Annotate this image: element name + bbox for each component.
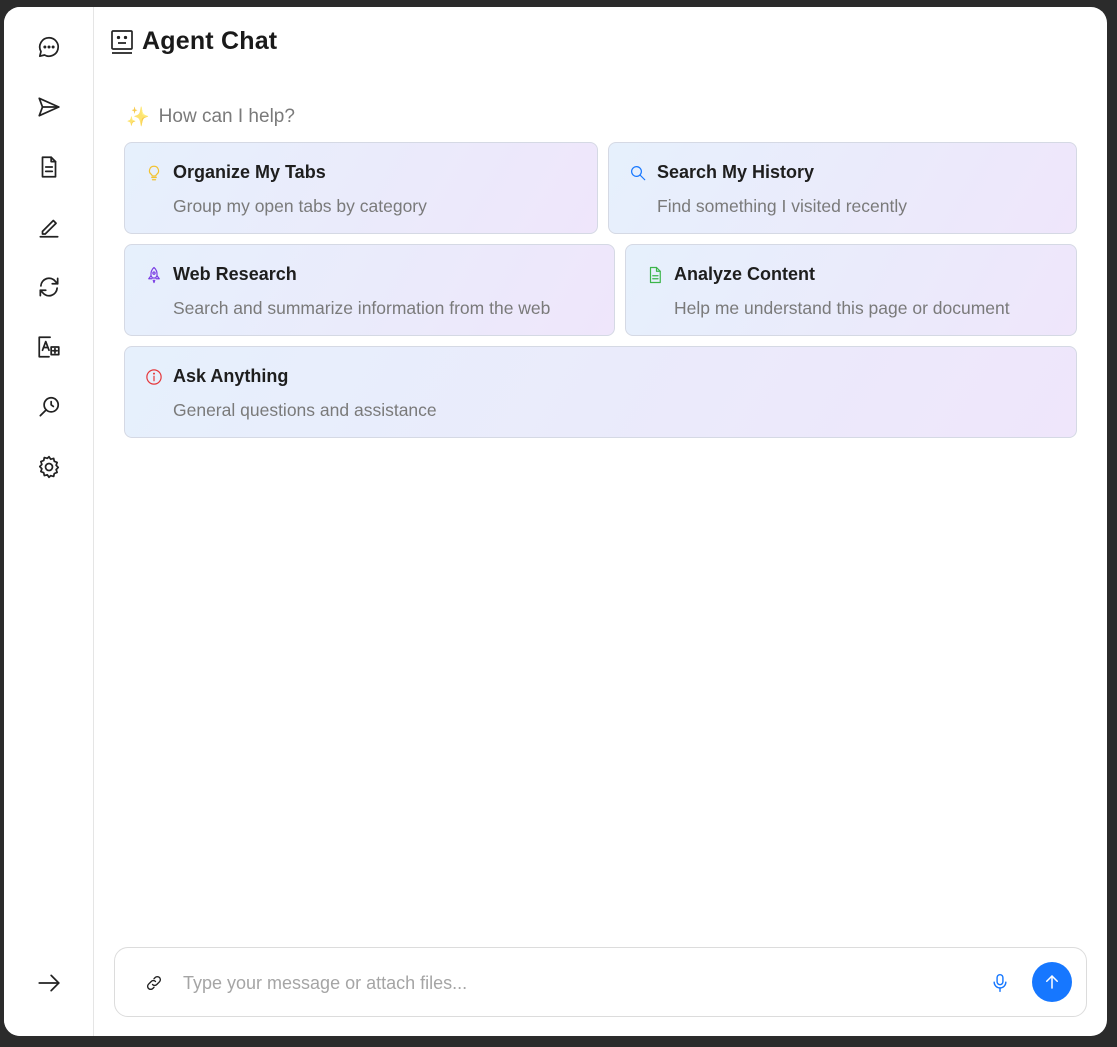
message-input[interactable] bbox=[183, 966, 973, 1000]
card-description: Find something I visited recently bbox=[657, 196, 907, 216]
card-description: General questions and assistance bbox=[173, 400, 437, 420]
card-title: Analyze Content bbox=[674, 264, 816, 284]
sparkles-icon: ✨ bbox=[126, 107, 150, 128]
send-icon bbox=[38, 97, 60, 117]
search-icon bbox=[629, 164, 647, 182]
sidebar-item-settings[interactable] bbox=[28, 446, 70, 488]
send-button[interactable] bbox=[1032, 962, 1072, 1002]
welcome-prompt: ✨ How can I help? bbox=[126, 105, 295, 129]
card-description: Group my open tabs by category bbox=[173, 196, 427, 216]
card-description: Search and summarize information from th… bbox=[173, 298, 551, 318]
welcome-prompt-text: How can I help? bbox=[158, 106, 295, 127]
suggestion-card-ask-anything[interactable]: Ask Anything General questions and assis… bbox=[124, 346, 1077, 438]
card-title: Organize My Tabs bbox=[173, 162, 326, 182]
chat-bubble-icon bbox=[38, 36, 60, 58]
sidebar-item-sync[interactable] bbox=[28, 266, 70, 308]
attach-button[interactable] bbox=[141, 970, 167, 996]
sidebar-item-chat[interactable] bbox=[28, 26, 70, 68]
translate-icon bbox=[38, 336, 60, 358]
card-title: Ask Anything bbox=[173, 366, 289, 386]
card-description: Help me understand this page or document bbox=[674, 298, 1010, 318]
main-panel: Agent Chat ✨ How can I help? Organize My… bbox=[94, 7, 1107, 1036]
sidebar-item-send[interactable] bbox=[28, 86, 70, 128]
refresh-icon bbox=[39, 277, 59, 297]
gear-icon bbox=[38, 455, 60, 479]
page-header: Agent Chat bbox=[110, 27, 277, 56]
sidebar-item-document[interactable] bbox=[28, 146, 70, 188]
sidebar bbox=[4, 7, 94, 1036]
app-window: Agent Chat ✨ How can I help? Organize My… bbox=[4, 7, 1107, 1036]
card-title: Search My History bbox=[657, 162, 815, 182]
pencil-icon bbox=[39, 219, 59, 238]
suggestion-card-search-history[interactable]: Search My History Find something I visit… bbox=[608, 142, 1077, 234]
microphone-icon bbox=[993, 973, 1007, 993]
info-circle-icon bbox=[145, 368, 163, 386]
arrow-up-icon bbox=[1046, 975, 1058, 989]
search-history-icon bbox=[39, 396, 60, 417]
message-composer bbox=[114, 947, 1087, 1017]
arrow-right-icon bbox=[38, 974, 60, 992]
sidebar-item-edit[interactable] bbox=[28, 206, 70, 248]
voice-input-button[interactable] bbox=[989, 972, 1011, 994]
page-title: Agent Chat bbox=[142, 27, 278, 55]
rocket-icon bbox=[145, 266, 163, 284]
document-icon bbox=[41, 156, 57, 178]
card-title: Web Research bbox=[173, 264, 297, 284]
robot-icon bbox=[111, 29, 133, 54]
sidebar-item-search-history[interactable] bbox=[28, 386, 70, 428]
sidebar-collapse-button[interactable] bbox=[28, 962, 70, 1004]
lightbulb-icon bbox=[145, 164, 163, 182]
link-icon bbox=[146, 975, 162, 991]
suggestion-card-organize-tabs[interactable]: Organize My Tabs Group my open tabs by c… bbox=[124, 142, 598, 234]
suggestion-card-analyze-content[interactable]: Analyze Content Help me understand this … bbox=[625, 244, 1077, 336]
sidebar-item-translate[interactable] bbox=[28, 326, 70, 368]
suggestion-card-web-research[interactable]: Web Research Search and summarize inform… bbox=[124, 244, 615, 336]
file-text-icon bbox=[646, 266, 664, 284]
